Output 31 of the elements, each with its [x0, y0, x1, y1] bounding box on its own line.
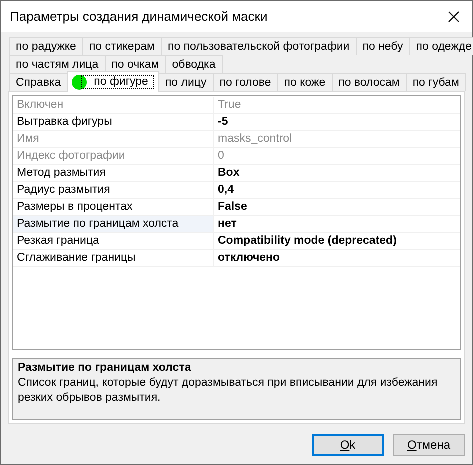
property-name[interactable]: Сглаживание границы [13, 250, 214, 266]
tab[interactable]: по лицу [158, 73, 214, 91]
close-icon[interactable] [448, 10, 460, 22]
property-value[interactable]: отключено [214, 250, 460, 266]
property-name[interactable]: Размеры в процентах [13, 199, 214, 215]
property-name[interactable]: Вытравка фигуры [13, 114, 214, 130]
property-name[interactable]: Размытие по границам холста [13, 216, 214, 232]
property-value[interactable]: False [214, 199, 460, 215]
tab[interactable]: обводка [165, 55, 223, 73]
property-value[interactable]: -5 [214, 114, 460, 130]
tab[interactable]: по губам [406, 73, 466, 91]
property-name[interactable]: Резкая граница [13, 233, 214, 249]
property-name[interactable]: Метод размытия [13, 165, 214, 181]
property-value[interactable]: Box [214, 165, 460, 181]
property-value[interactable]: 0,4 [214, 182, 460, 198]
tab[interactable]: по фигуре [67, 71, 160, 92]
window-title: Параметры создания динамической маски [10, 9, 268, 24]
property-value[interactable]: нет [214, 216, 460, 232]
property-name[interactable]: Радиус размытия [13, 182, 214, 198]
property-value[interactable]: Compatibility mode (deprecated) [214, 233, 460, 249]
cancel-button[interactable]: Отмена [393, 434, 465, 456]
tab[interactable]: по стикерам [82, 37, 162, 55]
tab[interactable]: по одежде [409, 37, 473, 55]
tab[interactable]: по частям лица [9, 55, 106, 73]
tab[interactable]: по радужке [9, 37, 84, 55]
ok-button[interactable]: Ok [312, 434, 384, 456]
description-title: Размытие по границам холста [18, 362, 192, 374]
tab[interactable]: по пользовательской фотографии [160, 37, 357, 55]
tab[interactable]: по небу [356, 37, 410, 55]
tab[interactable]: Справка [9, 73, 68, 91]
description-text: Список границ, которые будут доразмываться при вписывании для избежания резких обрывов размытия. [18, 376, 439, 406]
